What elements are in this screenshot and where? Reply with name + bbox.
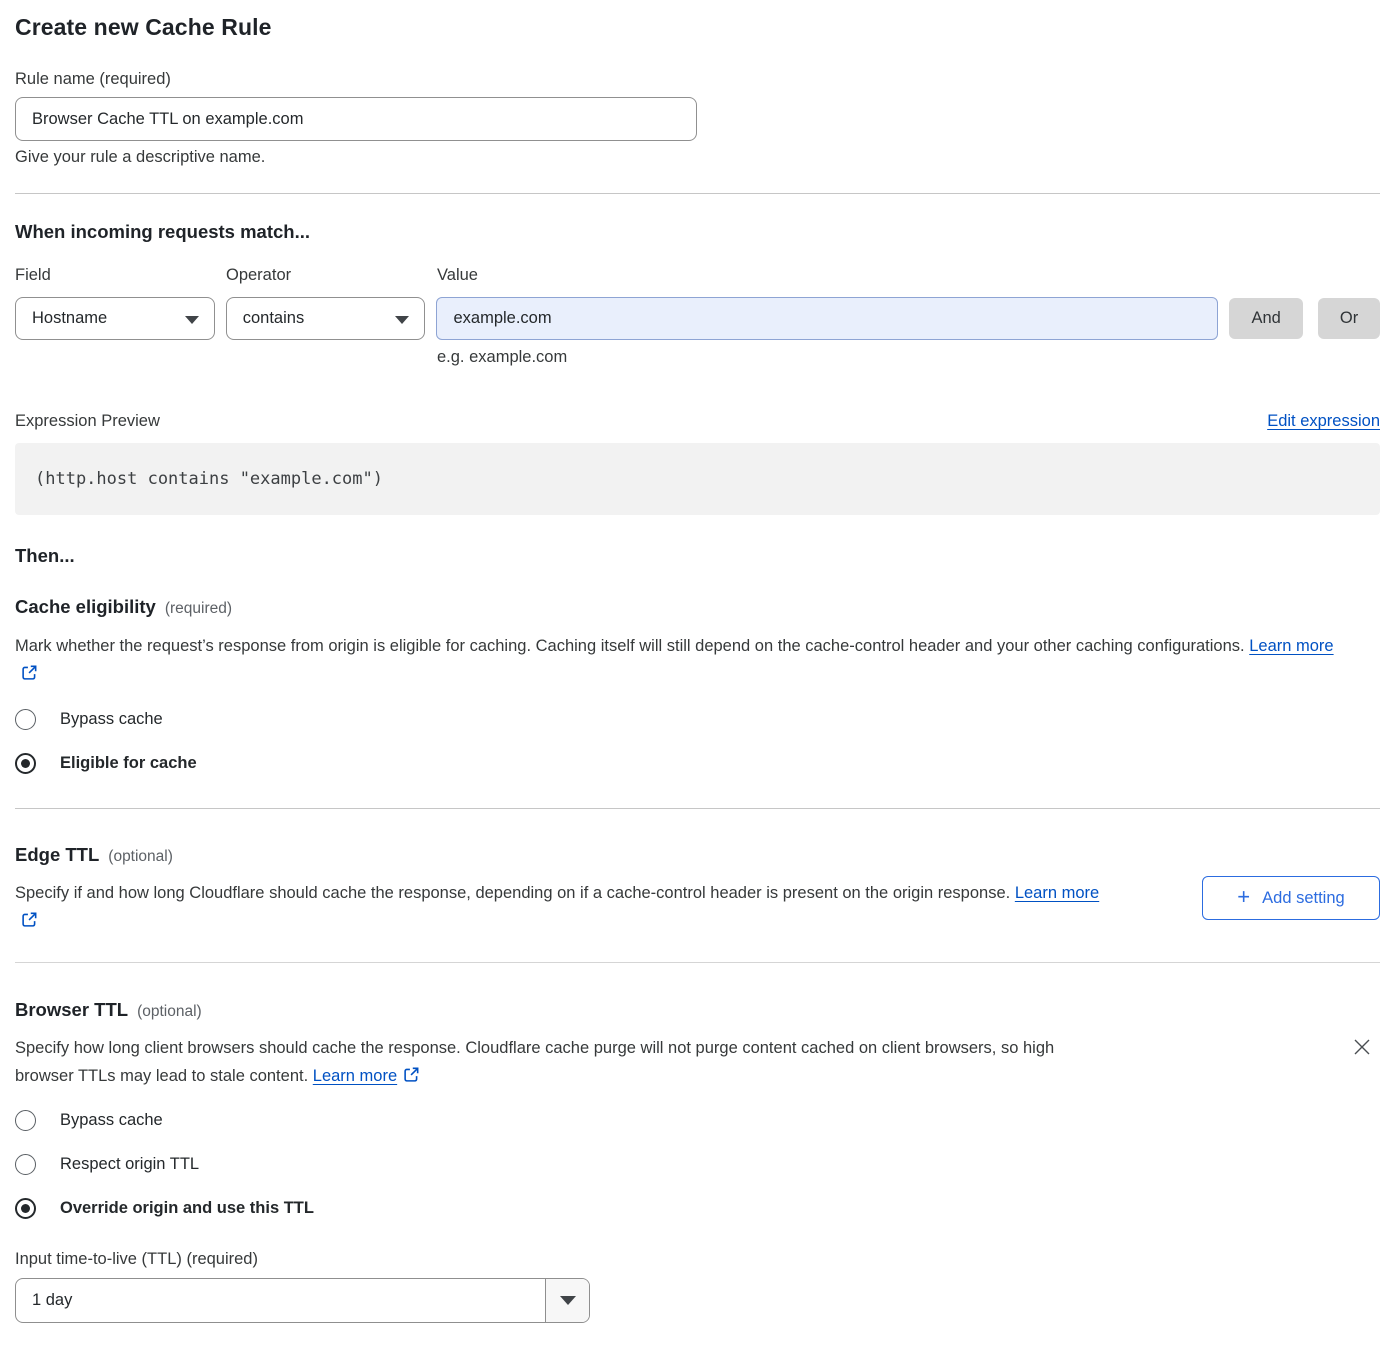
cache-eligibility-qualifier: (required): [165, 600, 232, 618]
cache-eligibility-heading-row: Cache eligibility (required): [15, 596, 1380, 618]
radio-label: Eligible for cache: [60, 754, 197, 773]
edge-ttl-heading: Edge TTL: [15, 844, 99, 866]
radio-icon: [15, 709, 36, 730]
ttl-select[interactable]: 1 day: [15, 1278, 590, 1323]
edit-expression-link[interactable]: Edit expression: [1267, 412, 1380, 431]
cache-eligibility-description-text: Mark whether the request’s response from…: [15, 637, 1245, 655]
browser-ttl-heading: Browser TTL: [15, 999, 128, 1021]
value-input-help: e.g. example.com: [437, 348, 1380, 367]
section-divider: [15, 808, 1380, 809]
page-title: Create new Cache Rule: [15, 14, 1380, 41]
edge-ttl-heading-row: Edge TTL (optional): [15, 844, 1380, 866]
operator-column-label: Operator: [226, 266, 437, 285]
rule-name-help: Give your rule a descriptive name.: [15, 148, 1380, 167]
close-icon[interactable]: [1348, 1033, 1376, 1061]
cache-eligibility-radio-group: Bypass cache Eligible for cache: [15, 709, 1380, 774]
edge-ttl-section: Edge TTL (optional) Specify if and how l…: [15, 844, 1380, 937]
cache-eligibility-description: Mark whether the request’s response from…: [15, 632, 1347, 690]
radio-label: Override origin and use this TTL: [60, 1199, 314, 1218]
learn-more-label: Learn more: [313, 1067, 397, 1085]
expression-preview-code: (http.host contains "example.com"): [15, 443, 1380, 515]
section-divider: [15, 962, 1380, 963]
cache-eligibility-learn-more-link[interactable]: Learn more: [1249, 637, 1333, 655]
ttl-select-dropdown-button[interactable]: [545, 1279, 589, 1322]
radio-override-origin-ttl[interactable]: Override origin and use this TTL: [15, 1198, 1380, 1219]
chevron-down-icon: [395, 316, 409, 324]
operator-select-value: contains: [243, 309, 304, 328]
edge-ttl-qualifier: (optional): [108, 848, 173, 866]
match-section-heading: When incoming requests match...: [15, 221, 1380, 243]
browser-ttl-description: Specify how long client browsers should …: [15, 1034, 1110, 1092]
radio-respect-origin-ttl[interactable]: Respect origin TTL: [15, 1154, 1380, 1175]
browser-ttl-radio-group: Bypass cache Respect origin TTL Override…: [15, 1110, 1380, 1219]
radio-icon: [15, 1110, 36, 1131]
external-link-icon: [21, 662, 38, 690]
chevron-down-icon: [560, 1296, 576, 1305]
and-button[interactable]: And: [1229, 298, 1303, 339]
browser-ttl-heading-row: Browser TTL (optional): [15, 999, 1380, 1021]
then-heading: Then...: [15, 545, 1380, 567]
plus-icon: +: [1237, 886, 1250, 908]
radio-bypass-cache[interactable]: Bypass cache: [15, 1110, 1380, 1131]
field-column-label: Field: [15, 266, 226, 285]
expression-preview-header: Expression Preview Edit expression: [15, 412, 1380, 431]
value-input[interactable]: [436, 297, 1218, 340]
add-setting-button[interactable]: + Add setting: [1202, 876, 1380, 920]
radio-eligible-for-cache[interactable]: Eligible for cache: [15, 753, 1380, 774]
external-link-icon: [21, 909, 38, 937]
external-link-icon: [403, 1064, 420, 1092]
create-cache-rule-form: Create new Cache Rule Rule name (require…: [0, 0, 1400, 1339]
rule-name-label: Rule name (required): [15, 70, 1380, 89]
radio-label: Bypass cache: [60, 710, 163, 729]
edge-ttl-description-text: Specify if and how long Cloudflare shoul…: [15, 884, 1010, 902]
cache-eligibility-section: Cache eligibility (required) Mark whethe…: [15, 596, 1380, 774]
radio-label: Respect origin TTL: [60, 1155, 199, 1174]
chevron-down-icon: [185, 316, 199, 324]
expression-preview-label: Expression Preview: [15, 412, 160, 431]
radio-selected-icon: [15, 1198, 36, 1219]
ttl-select-value: 1 day: [16, 1279, 545, 1322]
add-setting-label: Add setting: [1262, 889, 1345, 908]
match-column-labels: Field Operator Value: [15, 266, 1380, 285]
or-button[interactable]: Or: [1318, 298, 1380, 339]
radio-icon: [15, 1154, 36, 1175]
radio-selected-icon: [15, 753, 36, 774]
browser-ttl-section: Browser TTL (optional) Specify how long …: [15, 999, 1380, 1323]
learn-more-label: Learn more: [1249, 637, 1333, 655]
section-divider: [15, 193, 1380, 194]
edge-ttl-learn-more-link[interactable]: Learn more: [1015, 884, 1099, 902]
match-condition-row: Hostname contains And Or: [15, 297, 1380, 340]
browser-ttl-qualifier: (optional): [137, 1003, 202, 1021]
radio-label: Bypass cache: [60, 1111, 163, 1130]
rule-name-input[interactable]: [15, 97, 697, 141]
value-column-label: Value: [437, 266, 478, 285]
browser-ttl-learn-more-link[interactable]: Learn more: [313, 1067, 397, 1085]
edge-ttl-description: Specify if and how long Cloudflare shoul…: [15, 879, 1120, 937]
field-select-value: Hostname: [32, 309, 107, 328]
radio-bypass-cache[interactable]: Bypass cache: [15, 709, 1380, 730]
learn-more-label: Learn more: [1015, 884, 1099, 902]
browser-ttl-description-text: Specify how long client browsers should …: [15, 1039, 1054, 1085]
field-select[interactable]: Hostname: [15, 297, 215, 340]
ttl-input-label: Input time-to-live (TTL) (required): [15, 1250, 1380, 1269]
cache-eligibility-heading: Cache eligibility: [15, 596, 156, 618]
operator-select[interactable]: contains: [226, 297, 426, 340]
